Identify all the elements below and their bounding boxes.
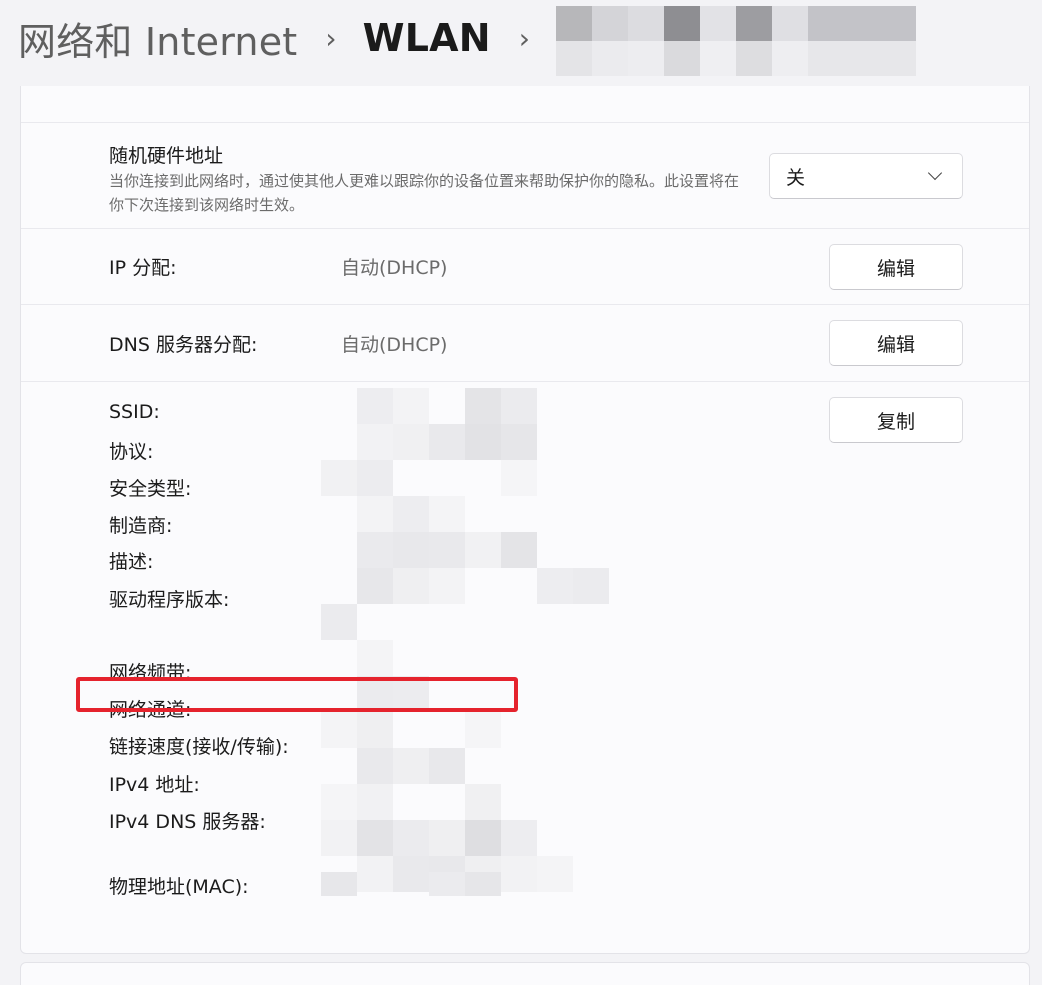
ipv4-address-highlight — [76, 677, 518, 712]
random-hardware-address-description: 当你连接到此网络时，通过使其他人更难以跟踪你的设备位置来帮助保护你的隐私。此设置… — [109, 172, 740, 214]
protocol-label: 协议: — [109, 441, 154, 463]
network-properties-card: 随机硬件地址 当你连接到此网络时，通过使其他人更难以跟踪你的设备位置来帮助保护你… — [20, 86, 1030, 954]
dropdown-selected-value: 关 — [786, 166, 806, 189]
chevron-right-icon: › — [518, 21, 530, 55]
edit-ip-button[interactable]: 编辑 — [829, 244, 963, 290]
chevron-down-icon — [927, 165, 943, 181]
redacted-network-name — [555, 6, 916, 76]
copy-properties-button[interactable]: 复制 — [829, 397, 963, 443]
dns-assignment-value: 自动(DHCP) — [341, 334, 448, 356]
ip-assignment-label: IP 分配: — [109, 257, 177, 279]
breadcrumb: 网络和 Internet › WLAN › — [18, 6, 916, 76]
chevron-right-icon: › — [325, 21, 337, 55]
redacted-property-values — [317, 388, 647, 908]
random-hardware-address-title: 随机硬件地址 — [109, 145, 224, 167]
ssid-label: SSID: — [109, 401, 160, 423]
breadcrumb-network-internet[interactable]: 网络和 Internet — [18, 11, 297, 66]
ipv4-address-label: IPv4 地址: — [109, 774, 200, 796]
ip-assignment-row: IP 分配: 自动(DHCP) 编辑 — [21, 228, 1029, 304]
driver-version-label: 驱动程序版本: — [109, 589, 230, 611]
edit-dns-button[interactable]: 编辑 — [829, 320, 963, 366]
settings-window: 网络和 Internet › WLAN › 随机硬件地址 当你连接到此网络时，通… — [0, 0, 1042, 985]
mac-address-label: 物理地址(MAC): — [109, 876, 249, 898]
dns-assignment-row: DNS 服务器分配: 自动(DHCP) 编辑 — [21, 304, 1029, 381]
ip-assignment-value: 自动(DHCP) — [341, 257, 448, 279]
link-speed-label: 链接速度(接收/传输): — [109, 736, 289, 758]
random-hardware-address-row: 随机硬件地址 当你连接到此网络时，通过使其他人更难以跟踪你的设备位置来帮助保护你… — [21, 122, 1029, 228]
dns-assignment-label: DNS 服务器分配: — [109, 334, 258, 356]
description-label: 描述: — [109, 551, 154, 573]
properties-row: 复制 SSID: 协议: 安全类型: 制造商: 描述: 驱动程序版本: 网络频带… — [21, 381, 1029, 954]
ipv4-dns-servers-label: IPv4 DNS 服务器: — [109, 811, 266, 833]
random-hardware-address-dropdown[interactable]: 关 — [769, 153, 963, 199]
next-card — [20, 962, 1030, 985]
breadcrumb-wlan[interactable]: WLAN — [363, 16, 491, 60]
security-type-label: 安全类型: — [109, 478, 192, 500]
manufacturer-label: 制造商: — [109, 515, 173, 537]
